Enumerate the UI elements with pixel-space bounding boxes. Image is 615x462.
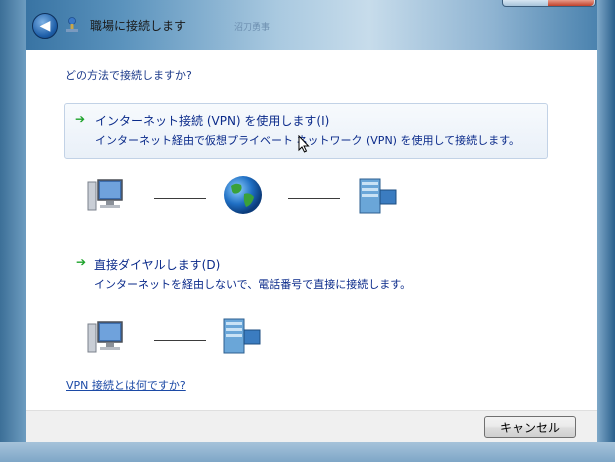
option-dialup-title[interactable]: 直接ダイヤルします(D): [94, 256, 220, 273]
cancel-button[interactable]: キャンセル: [484, 416, 576, 438]
connection-line: [288, 198, 340, 199]
connection-line: [154, 340, 206, 341]
back-arrow-icon: ◀: [39, 18, 51, 34]
back-button[interactable]: ◀: [32, 13, 58, 39]
network-connection-icon: [66, 17, 78, 32]
server-icon: [359, 178, 397, 214]
window-title-background-text: 沼刀勇事: [234, 23, 271, 33]
dialog-footer: キャンセル: [26, 410, 597, 443]
computer-icon: [87, 321, 123, 353]
globe-icon: [224, 176, 262, 214]
option-vpn-title: インターネット接続 (VPN) を使用します(I): [95, 114, 330, 128]
window-title: 職場に接続します: [90, 19, 187, 33]
question-heading: どの方法で接続しますか?: [65, 69, 192, 82]
window-border-left: [0, 0, 26, 462]
connection-line: [154, 198, 206, 199]
green-arrow-icon: ➔: [75, 112, 86, 126]
green-arrow-icon: ➔: [76, 255, 87, 269]
server-icon: [223, 318, 261, 354]
option-dialup-description[interactable]: インターネットを経由しないで、電話番号で直接に接続します。: [94, 276, 411, 292]
title-bar: ◀ 職場に接続します 沼刀勇事: [26, 6, 597, 50]
computer-icon: [87, 179, 123, 211]
window-border-right: [597, 0, 615, 462]
vpn-help-link[interactable]: VPN 接続とは何ですか?: [66, 377, 186, 393]
mouse-pointer-icon: [298, 135, 310, 153]
window-border-bottom: [0, 442, 615, 462]
dialog-content: どの方法で接続しますか? ➔ インターネット接続 (VPN) を使用します(I)…: [26, 50, 597, 443]
